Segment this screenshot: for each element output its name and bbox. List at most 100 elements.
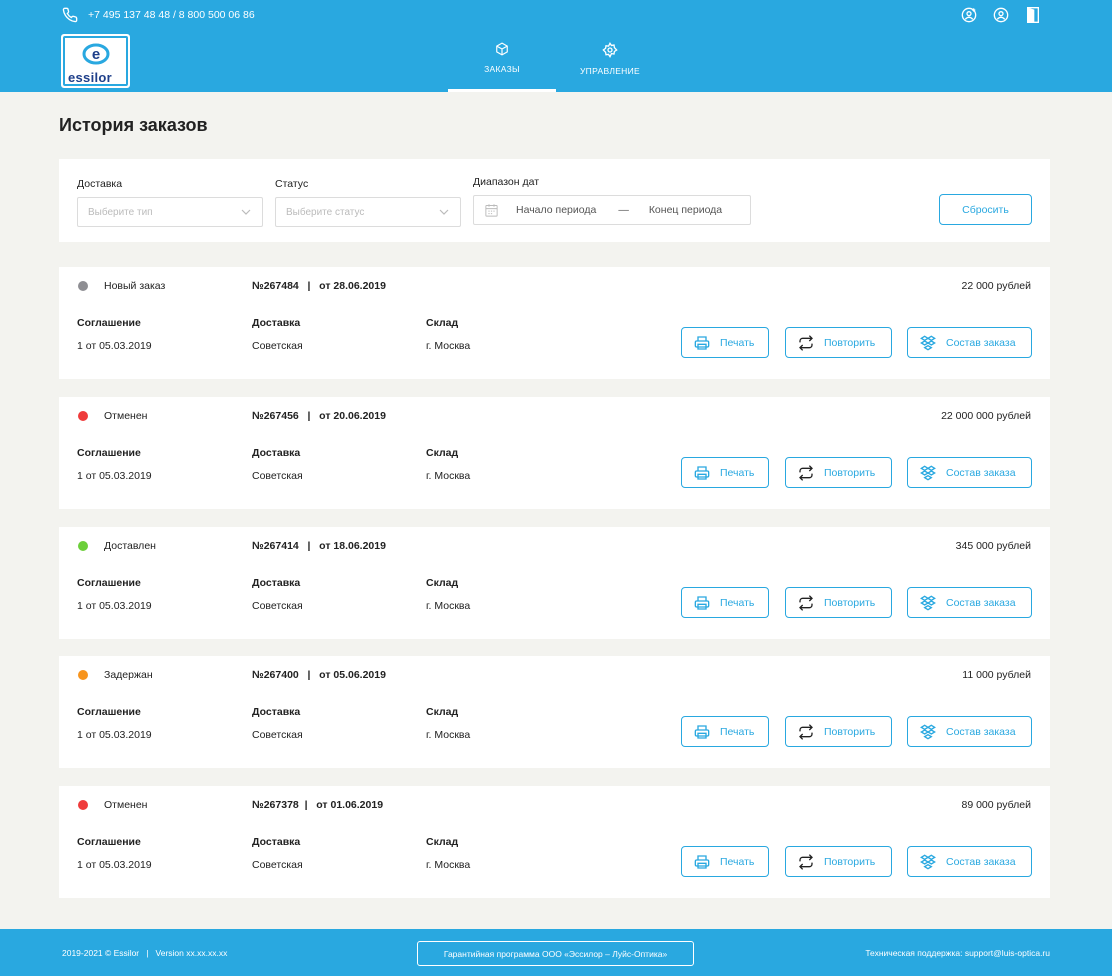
printer-icon [694, 595, 710, 610]
delivery-select[interactable]: Выберите тип [77, 197, 263, 227]
delivery-header: Доставка [252, 836, 301, 848]
order-card: Доставлен №267414 | от 18.06.2019 345 00… [59, 527, 1050, 639]
order-composition-button[interactable]: Состав заказа [907, 587, 1032, 618]
logout-icon[interactable] [1024, 6, 1042, 24]
repeat-icon [799, 334, 813, 351]
delivery-header: Доставка [252, 706, 301, 718]
date-end-input[interactable]: Конец периода [649, 204, 722, 216]
status-select[interactable]: Выберите статус [275, 197, 461, 227]
print-button-label: Печать [720, 596, 755, 609]
order-composition-button[interactable]: Состав заказа [907, 846, 1032, 877]
warehouse-header: Склад [426, 317, 459, 329]
print-button[interactable]: Печать [681, 716, 769, 747]
warehouse-header: Склад [426, 836, 459, 848]
phone-contact[interactable]: +7 495 137 48 48 / 8 800 500 06 86 [62, 7, 255, 23]
composition-button-label: Состав заказа [946, 725, 1016, 738]
order-number[interactable]: №267414 | от 18.06.2019 [252, 540, 386, 552]
warehouse-header: Склад [426, 447, 459, 459]
status-dot [78, 541, 88, 551]
filter-panel: Доставка Выберите тип Статус Выберите ст… [59, 159, 1050, 242]
guarantee-program-button[interactable]: Гарантийная программа ООО «Эссилор – Луй… [417, 941, 694, 966]
delivery-header: Доставка [252, 577, 301, 589]
delivery-header: Доставка [252, 447, 301, 459]
delivery-select-placeholder: Выберите тип [88, 206, 153, 218]
print-button-label: Печать [720, 466, 755, 479]
warehouse-value: г. Москва [426, 600, 471, 612]
order-sum: 345 000 рублей [955, 540, 1031, 552]
phone-number: +7 495 137 48 48 / 8 800 500 06 86 [88, 9, 255, 21]
footer: 2019-2021 © Essilor | Version xx.xx.xx.x… [0, 929, 1112, 976]
logo-emblem-icon: e [82, 43, 110, 65]
repeat-icon [799, 594, 813, 611]
order-number[interactable]: №267378 | от 01.06.2019 [252, 799, 383, 811]
box-icon [496, 42, 508, 56]
repeat-icon [799, 464, 813, 481]
date-separator: — [618, 204, 629, 216]
nav-tab-label: УПРАВЛЕНИЕ [579, 66, 641, 76]
repeat-button[interactable]: Повторить [785, 716, 892, 747]
calendar-icon [484, 203, 499, 218]
essilor-logo[interactable]: e essilor [61, 34, 130, 88]
status-dot [78, 670, 88, 680]
account-icon[interactable] [992, 6, 1010, 24]
repeat-button-label: Повторить [824, 596, 876, 609]
agreement-value: 1 от 05.03.2019 [77, 859, 152, 871]
order-card: Новый заказ №267484 | от 28.06.2019 22 0… [59, 267, 1050, 379]
print-button-label: Печать [720, 336, 755, 349]
delivery-value: Советская [252, 859, 303, 871]
date-range-picker[interactable]: Начало периода — Конец периода [473, 195, 751, 225]
order-status: Доставлен [104, 540, 156, 552]
composition-button-label: Состав заказа [946, 855, 1016, 868]
print-button[interactable]: Печать [681, 327, 769, 358]
top-header: +7 495 137 48 48 / 8 800 500 06 86 e ess… [0, 0, 1112, 92]
status-dot [78, 411, 88, 421]
support-email[interactable]: Техническая поддержка: support@luis-opti… [865, 948, 1050, 958]
repeat-button[interactable]: Повторить [785, 587, 892, 618]
composition-button-label: Состав заказа [946, 466, 1016, 479]
status-dot [78, 281, 88, 291]
order-number[interactable]: №267456 | от 20.06.2019 [252, 410, 386, 422]
order-number[interactable]: №267484 | от 28.06.2019 [252, 280, 386, 292]
page-title: История заказов [59, 115, 208, 135]
printer-icon [694, 465, 710, 480]
agreement-value: 1 от 05.03.2019 [77, 340, 152, 352]
nav-tab-orders[interactable]: ЗАКАЗЫ [448, 29, 556, 92]
order-number[interactable]: №267400 | от 05.06.2019 [252, 669, 386, 681]
order-composition-button[interactable]: Состав заказа [907, 457, 1032, 488]
logo-text: essilor [68, 70, 113, 85]
nav-tab-management[interactable]: УПРАВЛЕНИЕ [556, 29, 664, 92]
warehouse-header: Склад [426, 706, 459, 718]
boxes-icon [920, 335, 936, 350]
reset-button[interactable]: Сбросить [939, 194, 1032, 225]
print-button[interactable]: Печать [681, 587, 769, 618]
date-range-label: Диапазон дат [473, 176, 540, 188]
order-status: Отменен [104, 799, 148, 811]
order-card: Задержан №267400 | от 05.06.2019 11 000 … [59, 656, 1050, 768]
repeat-button[interactable]: Повторить [785, 457, 892, 488]
delivery-value: Советская [252, 470, 303, 482]
boxes-icon [920, 465, 936, 480]
delivery-header: Доставка [252, 317, 301, 329]
order-composition-button[interactable]: Состав заказа [907, 327, 1032, 358]
warehouse-value: г. Москва [426, 470, 471, 482]
composition-button-label: Состав заказа [946, 336, 1016, 349]
print-button[interactable]: Печать [681, 846, 769, 877]
repeat-button[interactable]: Повторить [785, 846, 892, 877]
date-start-input[interactable]: Начало периода [516, 204, 596, 216]
order-sum: 22 000 000 рублей [941, 410, 1031, 422]
print-button[interactable]: Печать [681, 457, 769, 488]
order-composition-button[interactable]: Состав заказа [907, 716, 1032, 747]
repeat-button[interactable]: Повторить [785, 327, 892, 358]
agreement-header: Соглашение [77, 577, 141, 589]
warehouse-value: г. Москва [426, 340, 471, 352]
main-nav: ЗАКАЗЫ УПРАВЛЕНИЕ [448, 29, 664, 92]
delivery-value: Советская [252, 729, 303, 741]
order-sum: 11 000 рублей [962, 669, 1031, 681]
agreement-header: Соглашение [77, 706, 141, 718]
svg-text:e: e [92, 46, 100, 63]
delivery-value: Советская [252, 600, 303, 612]
add-user-icon[interactable] [960, 6, 978, 24]
warehouse-header: Склад [426, 577, 459, 589]
repeat-button-label: Повторить [824, 336, 876, 349]
order-status: Задержан [104, 669, 153, 681]
